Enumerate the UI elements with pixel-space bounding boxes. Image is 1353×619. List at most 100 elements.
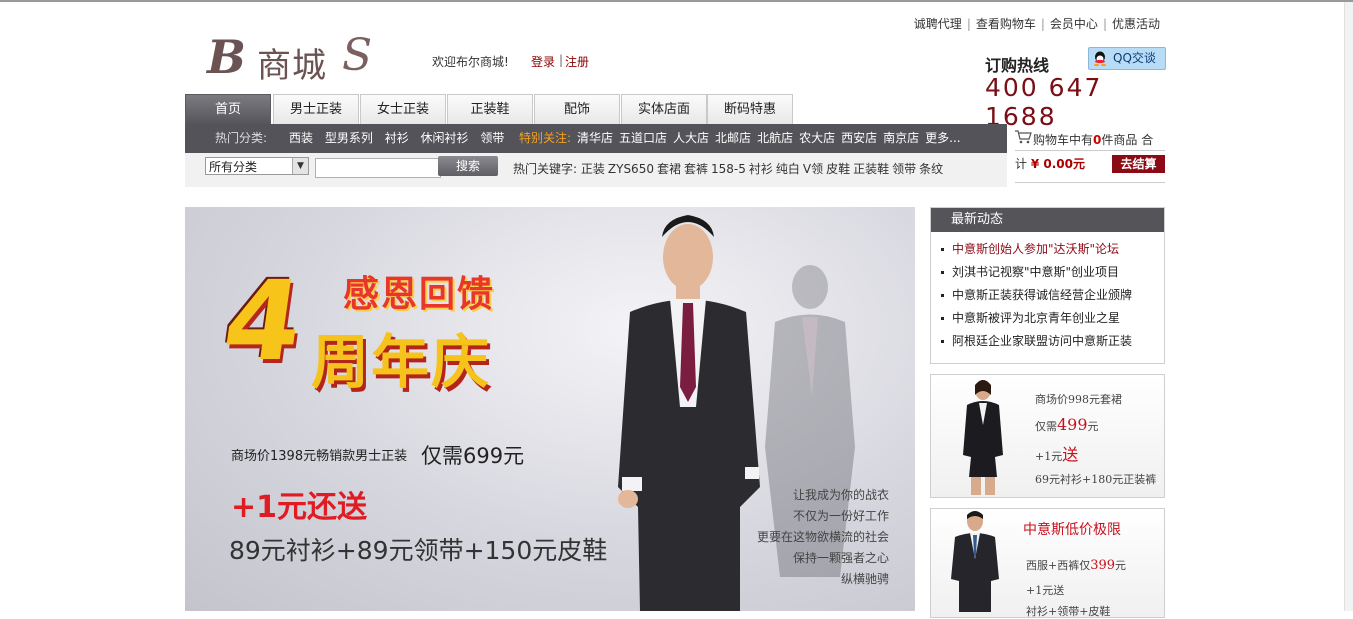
news-list: 中意斯创始人参加"达沃斯"论坛 刘淇书记视察"中意斯"创业项目 中意斯正装获得诚… — [931, 238, 1164, 353]
keyword-link[interactable]: 皮鞋 — [826, 162, 850, 176]
news-item[interactable]: 刘淇书记视察"中意斯"创业项目 — [931, 261, 1164, 284]
news-item[interactable]: 中意斯被评为北京青年创业之星 — [931, 307, 1164, 330]
tab-menswear[interactable]: 男士正装 — [273, 94, 359, 124]
hotline-number: 400 647 1688 — [985, 73, 1103, 131]
promo-mens-suit[interactable]: 中意斯低价极限 西服+西裤仅399元 +1元送 衬衫+领带+皮鞋 — [930, 508, 1165, 618]
keyword-link[interactable]: V领 — [803, 162, 823, 176]
slogan-line: 让我成为你的战衣 — [792, 488, 889, 502]
store-link[interactable]: 北邮店 — [715, 131, 751, 145]
banner-anniversary: 周年庆 — [311, 328, 492, 396]
logo-name: 商城 — [257, 46, 327, 86]
search-button[interactable]: 搜索 — [438, 156, 498, 176]
top-links: 诚聘代理 | 查看购物车 | 会员中心 | 优惠活动 — [913, 17, 1160, 31]
site-logo[interactable]: B 商城 S — [207, 28, 387, 86]
tab-clearance[interactable]: 断码特惠 — [707, 94, 793, 124]
top-link-recruit[interactable]: 诚聘代理 — [914, 17, 962, 31]
tab-stores[interactable]: 实体店面 — [621, 94, 707, 124]
category-select[interactable]: 所有分类 ▼ — [205, 157, 309, 175]
keyword-link[interactable]: 纯白 — [776, 162, 800, 176]
slogan-line: 纵横驰骋 — [840, 572, 889, 586]
tab-home[interactable]: 首页 — [185, 94, 271, 124]
keyword-link[interactable]: 套裤 — [684, 162, 708, 176]
keyword-link[interactable]: 158-5 — [711, 162, 746, 176]
login-link[interactable]: 登录 — [531, 53, 555, 70]
keyword-link[interactable]: ZYS650 — [608, 162, 654, 176]
news-item[interactable]: 中意斯正装获得诚信经营企业颁牌 — [931, 284, 1164, 307]
hot-category-link[interactable]: 型男系列 — [325, 131, 373, 145]
search-input[interactable] — [315, 158, 441, 178]
promo1-offer: 仅需499元 — [1035, 415, 1099, 434]
hot-category-link[interactable]: 休闲衬衫 — [421, 131, 469, 145]
cart-count-text: 购物车中有0件商品 合 — [1033, 133, 1154, 147]
tab-womenswear[interactable]: 女士正装 — [360, 94, 446, 124]
keyword-link[interactable]: 正装鞋 — [853, 162, 889, 176]
news-item[interactable]: 中意斯创始人参加"达沃斯"论坛 — [931, 238, 1164, 261]
welcome-text: 欢迎布尔商城! — [432, 55, 509, 69]
logo-letter: B — [207, 30, 246, 84]
promo-mens-suit-image — [951, 511, 999, 612]
store-link[interactable]: 人大店 — [673, 131, 709, 145]
banner-slogan: 让我成为你的战衣 不仅为一份好工作 更要在这物欲横流的社会 保持一颗强者之心 纵… — [751, 485, 889, 590]
hot-category-link[interactable]: 衬衫 — [385, 131, 409, 145]
keyword-link[interactable]: 正装 — [581, 162, 605, 176]
shopping-cart-icon — [1015, 130, 1032, 144]
store-more-link[interactable]: 更多... — [925, 131, 960, 145]
page-scrollbar[interactable] — [1344, 2, 1353, 611]
keyword-link[interactable]: 领带 — [892, 162, 916, 176]
store-link[interactable]: 北航店 — [757, 131, 793, 145]
promo2-offer: 西服+西裤仅399元 — [1026, 558, 1127, 573]
keyword-link[interactable]: 套裙 — [657, 162, 681, 176]
banner-offer-price: 仅需699元 — [421, 444, 525, 468]
hot-categories-list: 西装 型男系列 衬衫 休闲衬衫 领带 — [289, 124, 512, 153]
cart-total-text: 计 ¥ 0.00元 — [1015, 157, 1085, 171]
tab-dress-shoes[interactable]: 正装鞋 — [447, 94, 533, 124]
search-bar: 所有分类 ▼ 搜索 热门关键字: 正装 ZYS650 套裙 套裤 158-5 衬衫 纯白 V领… — [185, 153, 1007, 187]
qq-penguin-icon — [1094, 51, 1106, 66]
store-link[interactable]: 南京店 — [883, 131, 919, 145]
news-item[interactable]: 阿根廷企业家联盟访问中意斯正装 — [931, 330, 1164, 353]
store-links: 清华店 五道口店 人大店 北邮店 北航店 农大店 西安店 南京店 更多... — [577, 124, 967, 153]
qq-chat-button[interactable]: QQ交谈 — [1088, 47, 1166, 70]
category-select-value: 所有分类 — [209, 160, 258, 174]
banner-gifts: 89元衬衫+89元领带+150元皮鞋 — [229, 536, 608, 565]
top-link-promotions[interactable]: 优惠活动 — [1112, 17, 1160, 31]
logo-flourish: S — [342, 30, 373, 81]
promo-banner[interactable]: 4 感恩回馈 周年庆 商场价1398元畅销款男士正装 仅需699元 +1元还送 … — [185, 207, 915, 611]
cart-divider — [1015, 182, 1165, 183]
promo2-gift-detail: 衬衫+领带+皮鞋 — [1026, 605, 1111, 618]
promo-womens-suit-image — [963, 380, 1003, 495]
login-separator: | — [559, 53, 564, 67]
top-link-member[interactable]: 会员中心 — [1050, 17, 1098, 31]
promo-womens-suit[interactable]: 商场价998元套裙 仅需499元 +1元送 69元衬衫+180元正装裤 — [930, 374, 1165, 498]
chevron-down-icon: ▼ — [292, 158, 308, 174]
hot-categories-label: 热门分类: — [215, 131, 268, 145]
tab-accessories[interactable]: 配饰 — [534, 94, 620, 124]
store-link[interactable]: 西安店 — [841, 131, 877, 145]
hot-category-link[interactable]: 领带 — [480, 131, 504, 145]
store-link[interactable]: 清华店 — [577, 131, 613, 145]
checkout-button[interactable]: 去结算 — [1112, 155, 1165, 173]
promo1-gift-detail: 69元衬衫+180元正装裤 — [1035, 473, 1157, 486]
promo1-market-price: 商场价998元套裙 — [1035, 393, 1122, 406]
news-panel: 最新动态 中意斯创始人参加"达沃斯"论坛 刘淇书记视察"中意斯"创业项目 中意斯… — [930, 207, 1165, 364]
cart-divider — [1015, 150, 1165, 151]
promo2-title: 中意斯低价极限 — [1023, 522, 1121, 538]
register-link[interactable]: 注册 — [565, 53, 589, 70]
store-link[interactable]: 农大店 — [799, 131, 835, 145]
page-container: B 商城 S 欢迎布尔商城! 登录 | 注册 诚聘代理 | 查看购物车 | 会员中心 | 优… — [185, 0, 1166, 618]
keyword-link[interactable]: 条纹 — [919, 162, 943, 176]
banner-big-number: 4 — [216, 257, 311, 385]
store-link[interactable]: 五道口店 — [619, 131, 667, 145]
news-title: 最新动态 — [931, 208, 1164, 232]
keyword-link[interactable]: 衬衫 — [749, 162, 773, 176]
promo1-plus: +1元送 — [1035, 445, 1079, 464]
hot-category-link[interactable]: 西装 — [289, 131, 313, 145]
hot-keywords: 热门关键字: 正装 ZYS650 套裙 套裤 158-5 衬衫 纯白 V领 皮鞋 正装鞋 领带 条纹 — [513, 160, 946, 177]
banner-market-price: 商场价1398元畅销款男士正装 — [231, 449, 408, 464]
hot-keywords-label: 热门关键字: — [513, 162, 578, 176]
cart-total: ¥ 0.00元 — [1030, 157, 1085, 171]
slogan-line: 更要在这物欲横流的社会 — [756, 530, 889, 544]
special-focus-label: 特别关注: — [519, 131, 572, 145]
top-link-cart[interactable]: 查看购物车 — [976, 17, 1036, 31]
slogan-line: 保持一颗强者之心 — [792, 551, 889, 565]
